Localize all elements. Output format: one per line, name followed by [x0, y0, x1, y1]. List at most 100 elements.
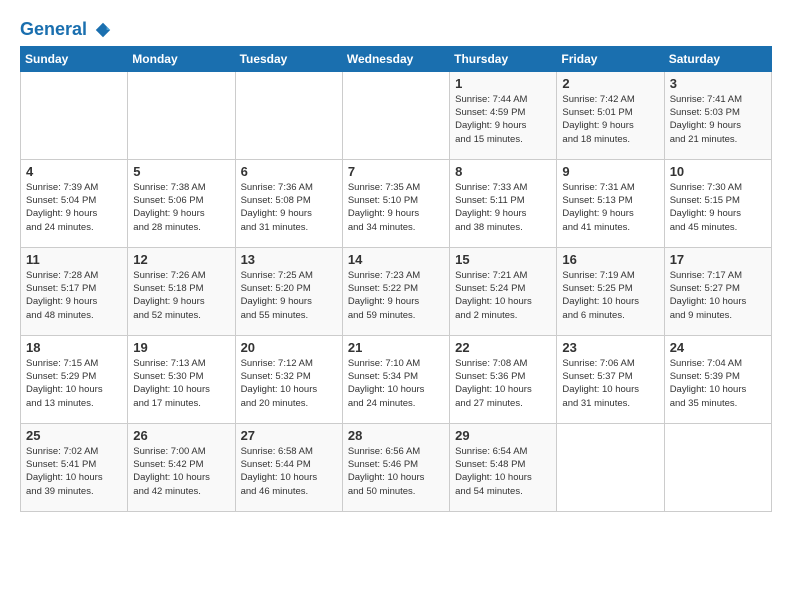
day-info: Sunrise: 7:10 AM Sunset: 5:34 PM Dayligh…: [348, 357, 444, 410]
calendar-cell: 6 Sunrise: 7:36 AM Sunset: 5:08 PM Daylig…: [235, 159, 342, 247]
day-info: Sunrise: 7:39 AM Sunset: 5:04 PM Dayligh…: [26, 181, 122, 234]
day-info: Sunrise: 7:08 AM Sunset: 5:36 PM Dayligh…: [455, 357, 551, 410]
day-number: 15: [455, 252, 551, 267]
day-info: Sunrise: 6:58 AM Sunset: 5:44 PM Dayligh…: [241, 445, 337, 498]
day-info: Sunrise: 7:44 AM Sunset: 4:59 PM Dayligh…: [455, 93, 551, 146]
calendar-cell: 27 Sunrise: 6:58 AM Sunset: 5:44 PM Dayli…: [235, 423, 342, 511]
day-number: 28: [348, 428, 444, 443]
calendar-cell: [235, 71, 342, 159]
calendar-cell: 7 Sunrise: 7:35 AM Sunset: 5:10 PM Daylig…: [342, 159, 449, 247]
day-info: Sunrise: 7:41 AM Sunset: 5:03 PM Dayligh…: [670, 93, 766, 146]
day-number: 25: [26, 428, 122, 443]
day-number: 8: [455, 164, 551, 179]
calendar-cell: 8Sunrise: 7:33 AM Sunset: 5:11 PM Daylig…: [450, 159, 557, 247]
calendar-cell: [342, 71, 449, 159]
day-info: Sunrise: 7:12 AM Sunset: 5:32 PM Dayligh…: [241, 357, 337, 410]
column-header-sunday: Sunday: [21, 46, 128, 71]
day-info: Sunrise: 7:35 AM Sunset: 5:10 PM Dayligh…: [348, 181, 444, 234]
day-number: 23: [562, 340, 658, 355]
day-info: Sunrise: 6:56 AM Sunset: 5:46 PM Dayligh…: [348, 445, 444, 498]
page-header: General: [20, 16, 772, 40]
day-number: 22: [455, 340, 551, 355]
column-header-tuesday: Tuesday: [235, 46, 342, 71]
day-number: 21: [348, 340, 444, 355]
day-info: Sunrise: 7:17 AM Sunset: 5:27 PM Dayligh…: [670, 269, 766, 322]
day-info: Sunrise: 7:23 AM Sunset: 5:22 PM Dayligh…: [348, 269, 444, 322]
calendar-cell: 5 Sunrise: 7:38 AM Sunset: 5:06 PM Daylig…: [128, 159, 235, 247]
calendar-cell: 28 Sunrise: 6:56 AM Sunset: 5:46 PM Dayli…: [342, 423, 449, 511]
day-info: Sunrise: 7:15 AM Sunset: 5:29 PM Dayligh…: [26, 357, 122, 410]
day-info: Sunrise: 7:19 AM Sunset: 5:25 PM Dayligh…: [562, 269, 658, 322]
column-header-saturday: Saturday: [664, 46, 771, 71]
day-number: 16: [562, 252, 658, 267]
calendar-week-row: 18 Sunrise: 7:15 AM Sunset: 5:29 PM Dayli…: [21, 335, 772, 423]
day-number: 19: [133, 340, 229, 355]
calendar-cell: [21, 71, 128, 159]
calendar-cell: 15 Sunrise: 7:21 AM Sunset: 5:24 PM Dayli…: [450, 247, 557, 335]
day-info: Sunrise: 7:25 AM Sunset: 5:20 PM Dayligh…: [241, 269, 337, 322]
calendar-cell: 1 Sunrise: 7:44 AM Sunset: 4:59 PM Daylig…: [450, 71, 557, 159]
day-number: 17: [670, 252, 766, 267]
column-header-friday: Friday: [557, 46, 664, 71]
column-header-thursday: Thursday: [450, 46, 557, 71]
day-number: 20: [241, 340, 337, 355]
day-number: 14: [348, 252, 444, 267]
day-number: 27: [241, 428, 337, 443]
calendar-cell: 24 Sunrise: 7:04 AM Sunset: 5:39 PM Dayli…: [664, 335, 771, 423]
day-info: Sunrise: 7:06 AM Sunset: 5:37 PM Dayligh…: [562, 357, 658, 410]
day-number: 9: [562, 164, 658, 179]
calendar-cell: 29 Sunrise: 6:54 AM Sunset: 5:48 PM Dayli…: [450, 423, 557, 511]
calendar-week-row: 11 Sunrise: 7:28 AM Sunset: 5:17 PM Dayli…: [21, 247, 772, 335]
calendar-cell: 21 Sunrise: 7:10 AM Sunset: 5:34 PM Dayli…: [342, 335, 449, 423]
day-number: 1: [455, 76, 551, 91]
calendar-cell: 13 Sunrise: 7:25 AM Sunset: 5:20 PM Dayli…: [235, 247, 342, 335]
day-info: Sunrise: 7:36 AM Sunset: 5:08 PM Dayligh…: [241, 181, 337, 234]
day-number: 18: [26, 340, 122, 355]
calendar-cell: [664, 423, 771, 511]
day-info: Sunrise: 7:38 AM Sunset: 5:06 PM Dayligh…: [133, 181, 229, 234]
calendar-header-row: SundayMondayTuesdayWednesdayThursdayFrid…: [21, 46, 772, 71]
day-info: Sunrise: 7:02 AM Sunset: 5:41 PM Dayligh…: [26, 445, 122, 498]
logo: General: [20, 20, 112, 40]
calendar-cell: 2Sunrise: 7:42 AM Sunset: 5:01 PM Daylig…: [557, 71, 664, 159]
day-number: 10: [670, 164, 766, 179]
calendar-cell: [128, 71, 235, 159]
day-number: 6: [241, 164, 337, 179]
calendar-cell: 10 Sunrise: 7:30 AM Sunset: 5:15 PM Dayli…: [664, 159, 771, 247]
day-number: 26: [133, 428, 229, 443]
day-info: Sunrise: 7:42 AM Sunset: 5:01 PM Dayligh…: [562, 93, 658, 146]
calendar-cell: 19Sunrise: 7:13 AM Sunset: 5:30 PM Dayli…: [128, 335, 235, 423]
calendar-week-row: 4 Sunrise: 7:39 AM Sunset: 5:04 PM Daylig…: [21, 159, 772, 247]
day-number: 3: [670, 76, 766, 91]
column-header-wednesday: Wednesday: [342, 46, 449, 71]
calendar-table: SundayMondayTuesdayWednesdayThursdayFrid…: [20, 46, 772, 512]
calendar-cell: 25 Sunrise: 7:02 AM Sunset: 5:41 PM Dayli…: [21, 423, 128, 511]
logo-text: General: [20, 20, 112, 40]
day-info: Sunrise: 7:21 AM Sunset: 5:24 PM Dayligh…: [455, 269, 551, 322]
day-info: Sunrise: 7:04 AM Sunset: 5:39 PM Dayligh…: [670, 357, 766, 410]
day-number: 7: [348, 164, 444, 179]
day-number: 12: [133, 252, 229, 267]
day-number: 13: [241, 252, 337, 267]
day-number: 4: [26, 164, 122, 179]
calendar-cell: 18 Sunrise: 7:15 AM Sunset: 5:29 PM Dayli…: [21, 335, 128, 423]
calendar-cell: 9Sunrise: 7:31 AM Sunset: 5:13 PM Daylig…: [557, 159, 664, 247]
day-info: Sunrise: 6:54 AM Sunset: 5:48 PM Dayligh…: [455, 445, 551, 498]
day-number: 11: [26, 252, 122, 267]
calendar-week-row: 25 Sunrise: 7:02 AM Sunset: 5:41 PM Dayli…: [21, 423, 772, 511]
calendar-cell: 20 Sunrise: 7:12 AM Sunset: 5:32 PM Dayli…: [235, 335, 342, 423]
calendar-cell: 22 Sunrise: 7:08 AM Sunset: 5:36 PM Dayli…: [450, 335, 557, 423]
day-info: Sunrise: 7:00 AM Sunset: 5:42 PM Dayligh…: [133, 445, 229, 498]
day-number: 5: [133, 164, 229, 179]
calendar-cell: 11 Sunrise: 7:28 AM Sunset: 5:17 PM Dayli…: [21, 247, 128, 335]
day-info: Sunrise: 7:30 AM Sunset: 5:15 PM Dayligh…: [670, 181, 766, 234]
calendar-cell: [557, 423, 664, 511]
day-number: 29: [455, 428, 551, 443]
calendar-cell: 17 Sunrise: 7:17 AM Sunset: 5:27 PM Dayli…: [664, 247, 771, 335]
column-header-monday: Monday: [128, 46, 235, 71]
day-info: Sunrise: 7:28 AM Sunset: 5:17 PM Dayligh…: [26, 269, 122, 322]
calendar-week-row: 1 Sunrise: 7:44 AM Sunset: 4:59 PM Daylig…: [21, 71, 772, 159]
calendar-cell: 14 Sunrise: 7:23 AM Sunset: 5:22 PM Dayli…: [342, 247, 449, 335]
day-number: 24: [670, 340, 766, 355]
calendar-cell: 3 Sunrise: 7:41 AM Sunset: 5:03 PM Daylig…: [664, 71, 771, 159]
